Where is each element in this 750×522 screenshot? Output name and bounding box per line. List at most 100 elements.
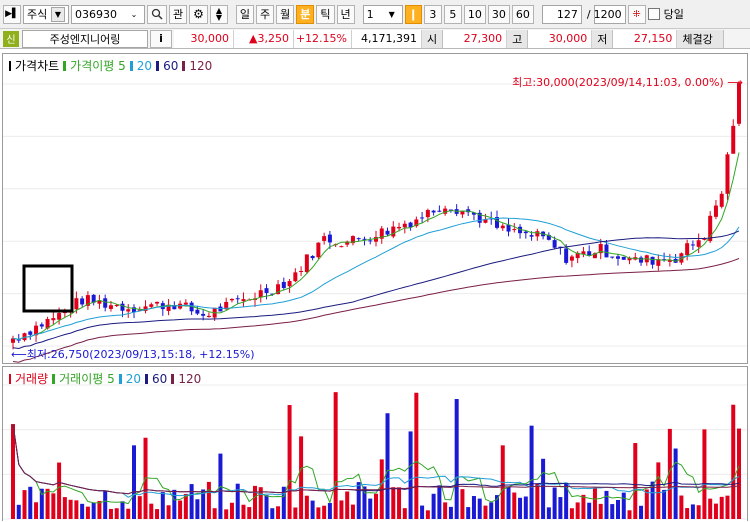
low-annotation: ⟵최저:26,750(2023/09/13,15:18, +12.15%) <box>11 346 255 362</box>
gear-button[interactable]: ⚙ <box>189 4 208 24</box>
volume-bar <box>489 502 494 519</box>
bar-count-input[interactable]: 127 <box>541 4 582 24</box>
interval-button-1[interactable]: ❙ <box>404 4 422 24</box>
volume-bar <box>155 509 160 519</box>
menu-toggle-icon[interactable]: ▶▌ <box>3 4 21 24</box>
interval-button-10[interactable]: 10 <box>463 4 486 24</box>
volume-bar <box>304 495 309 519</box>
candle-body <box>425 210 430 218</box>
interval-button-60[interactable]: 60 <box>511 4 534 24</box>
candle-body <box>264 288 269 294</box>
volume-legend: 거래량 거래이평 5 20 60 120 <box>9 370 205 387</box>
candle-body <box>719 193 724 207</box>
volume-bar <box>310 500 315 519</box>
volume-bar <box>598 503 603 519</box>
high-price: 30,000 <box>528 29 593 48</box>
volume-bar <box>673 448 678 519</box>
volume-bar <box>172 489 177 519</box>
period-button-year[interactable]: 년 <box>336 4 355 24</box>
candle-body <box>731 125 736 154</box>
period-button-tick[interactable]: 틱 <box>316 4 335 24</box>
quote-bar: 신 주성엔지니어링 i 30,000 ▲3,250 +12.15% 4,171,… <box>0 29 750 49</box>
price-change: ▲3,250 <box>234 29 294 48</box>
candle-body <box>431 210 436 213</box>
candle-body <box>552 240 557 248</box>
volume-bar <box>120 501 125 519</box>
interval-button-5[interactable]: 5 <box>443 4 462 24</box>
candle-body <box>500 225 505 229</box>
volume-bar <box>616 499 620 519</box>
strength-label: 체결강 <box>677 29 725 48</box>
candle-body <box>402 223 407 228</box>
volume-bar <box>160 492 165 519</box>
candle-body <box>108 305 113 309</box>
volume-bar <box>11 424 15 519</box>
chevron-down-icon[interactable]: ▼ <box>385 7 399 22</box>
watchlist-button[interactable]: 관 <box>169 4 188 24</box>
volume-bar <box>633 443 638 519</box>
arrow-right-icon: ⟶ <box>723 76 743 89</box>
volume-chart-panel[interactable]: 거래량 거래이평 5 20 60 120 <box>2 366 748 521</box>
total-count-input[interactable]: 1200 <box>593 4 626 24</box>
chevron-down-icon[interactable]: ▼ <box>51 6 65 22</box>
volume-bar <box>523 496 528 519</box>
candle-body <box>293 272 298 282</box>
volume-legend-ma5: 거래이평 5 <box>59 372 115 386</box>
candle-body <box>696 240 701 247</box>
volume-bar <box>690 504 695 519</box>
candle-body <box>512 229 517 231</box>
volume-bar <box>368 498 373 519</box>
today-label: 당일 <box>663 8 684 21</box>
market-select[interactable]: 주식 ▼ <box>23 4 69 24</box>
candle-body <box>339 246 344 248</box>
candle-body <box>327 234 332 243</box>
low-label: 저 <box>592 29 614 48</box>
interval-button-30[interactable]: 30 <box>487 4 510 24</box>
candle-body <box>114 304 119 307</box>
stepper-button[interactable]: ▲ ▼ <box>209 4 228 24</box>
period-button-day[interactable]: 일 <box>235 4 255 24</box>
interval-button-3[interactable]: 3 <box>423 4 442 24</box>
candle-body <box>437 210 442 212</box>
volume-bar <box>420 505 425 519</box>
volume-bar <box>477 498 482 519</box>
volume-bar <box>34 502 39 519</box>
volume-bar <box>621 492 626 519</box>
volume-legend-ma120: 120 <box>178 371 202 386</box>
volume-bar <box>535 483 540 519</box>
candle-body <box>281 281 286 288</box>
volume-bar <box>391 487 396 519</box>
volume-bar <box>74 500 79 519</box>
interval-select[interactable]: 1 ▼ <box>362 4 403 24</box>
volume-bar <box>270 508 275 519</box>
price-chart-canvas <box>3 80 747 363</box>
volume-chart-canvas <box>3 384 747 520</box>
volume-bar <box>575 502 580 519</box>
candle-body <box>529 235 534 237</box>
trade-volume-value: 4,171,391 <box>361 32 417 45</box>
volume-bar <box>97 500 102 519</box>
grid-toggle-button[interactable]: ⁜ <box>627 4 646 24</box>
search-button[interactable] <box>147 4 167 24</box>
gear-icon: ⚙ <box>193 7 204 21</box>
info-button[interactable]: i <box>150 29 172 48</box>
stock-name-field[interactable]: 주성엔지니어링 <box>22 29 148 48</box>
price-chart-panel[interactable]: 가격차트 가격이평 5 20 60 120 최고:30,000(2023/09/… <box>2 53 748 364</box>
chevron-down-icon[interactable]: ⌄ <box>127 7 141 22</box>
candle-body <box>604 244 609 258</box>
volume-bar <box>685 508 690 519</box>
today-checkbox[interactable] <box>647 8 660 20</box>
price-change-pct-value: +12.15% <box>295 32 347 45</box>
period-button-month[interactable]: 월 <box>276 4 295 24</box>
stock-code-input[interactable]: 036930 ⌄ <box>71 4 145 24</box>
period-button-week[interactable]: 주 <box>256 4 275 24</box>
volume-bar <box>604 490 609 519</box>
volume-bar <box>518 497 523 519</box>
interval-value: 1 <box>366 7 374 21</box>
volume-bar <box>108 508 113 519</box>
low-price-value: 27,150 <box>633 32 673 45</box>
period-button-minute[interactable]: 분 <box>296 4 315 24</box>
candle-body <box>650 256 655 265</box>
volume-bar <box>702 429 707 519</box>
candle-body <box>51 318 56 321</box>
